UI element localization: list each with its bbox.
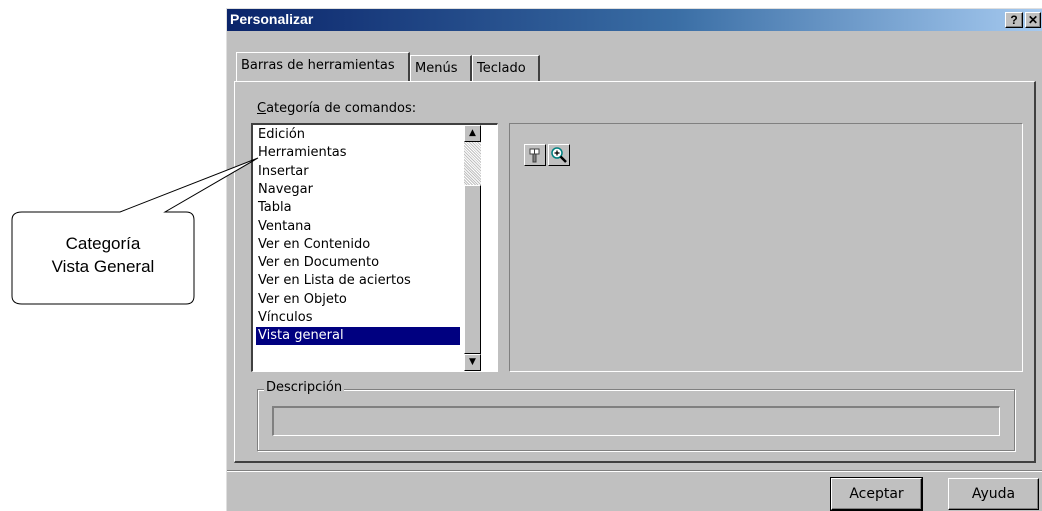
callout-line-2: Vista General xyxy=(51,257,155,276)
callout-line-1: Categoría xyxy=(65,234,141,253)
callout-text: Categoría Vista General xyxy=(12,232,194,278)
